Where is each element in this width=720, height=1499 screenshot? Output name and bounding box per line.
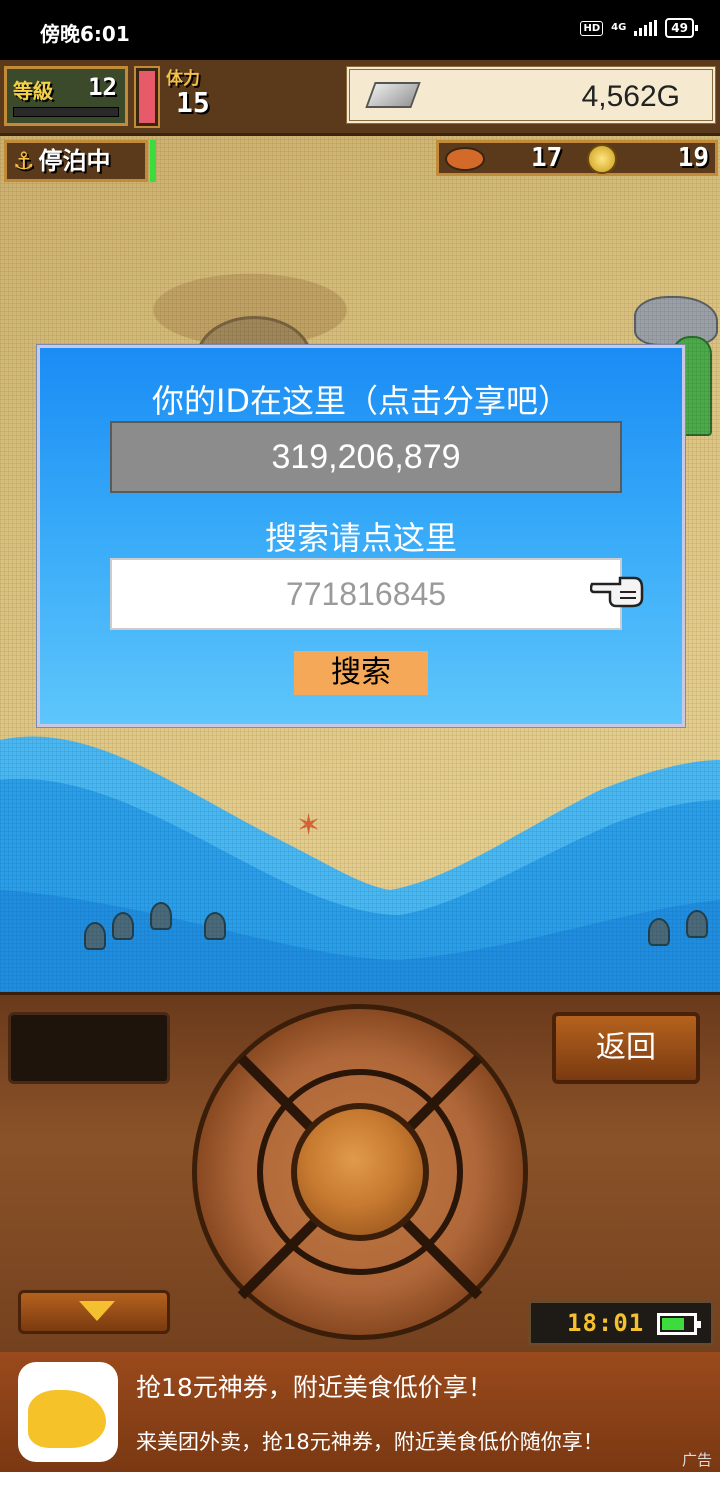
moored-label: 停泊中 (38, 147, 111, 175)
pointing-hand-icon (590, 576, 644, 608)
gold-display: 4,562G (346, 66, 716, 124)
anchor-icon: ⚓ (13, 147, 35, 175)
bottom-strip (0, 1472, 720, 1499)
stamina-bar (134, 66, 160, 128)
meituan-logo (18, 1362, 118, 1462)
item-slot[interactable] (8, 1012, 170, 1084)
fish-count: 17 (531, 143, 563, 173)
level-box: 等級 12 (4, 66, 128, 126)
sea-rock (204, 912, 226, 940)
resource-display: 17 19 (436, 140, 718, 176)
battery-icon: 49 (665, 18, 698, 38)
id-dialog: 你的ID在这里（点击分享吧） 319,206,879 搜索请点这里 771816… (37, 345, 685, 727)
sea-rock (686, 910, 708, 938)
status-bar: 傍晚6:01 HD 4G 49 (0, 0, 720, 60)
game-clock: 18:01 (528, 1300, 714, 1346)
status-indicator (150, 140, 156, 182)
moored-status[interactable]: ⚓ 停泊中 (4, 140, 148, 182)
back-button[interactable]: 返回 (552, 1012, 700, 1084)
coin-count: 19 (677, 143, 709, 173)
coin-icon (587, 144, 617, 174)
ad-tag: 广告 (681, 1451, 712, 1469)
network-label: 4G (611, 22, 627, 33)
ad-title: 抢18元神券，附近美食低价享！ (136, 1373, 493, 1402)
sea-rock (648, 918, 670, 946)
level-value: 12 (88, 73, 117, 101)
hd-icon: HD (580, 20, 604, 36)
dialog-title[interactable]: 你的ID在这里（点击分享吧） (40, 376, 682, 422)
search-label: 搜索请点这里 (264, 519, 457, 557)
starfish-icon[interactable]: ✶ (296, 808, 321, 843)
ad-banner[interactable]: 抢18元神券，附近美食低价享！ 来美团外卖，抢18元神券，附近美食低价随你享！ … (0, 1352, 720, 1472)
signal-icon (634, 20, 658, 36)
life-ring-dpad[interactable] (192, 1004, 528, 1340)
gold-value: 4,562G (581, 80, 680, 113)
sea-rock (112, 912, 134, 940)
fish-icon (445, 147, 485, 171)
status-time: 傍晚6:01 (40, 22, 130, 46)
silver-bar-icon (365, 82, 421, 108)
level-progress-bar (13, 107, 119, 117)
expand-down-button[interactable] (18, 1290, 170, 1334)
search-input[interactable]: 771816845 (110, 558, 622, 630)
chevron-down-icon (79, 1301, 115, 1321)
wheel-center-button[interactable] (291, 1103, 429, 1241)
clock-text: 18:01 (567, 1309, 645, 1337)
sea-rock (150, 902, 172, 930)
stamina-value: 15 (176, 86, 210, 119)
status-icons: HD 4G 49 (580, 18, 698, 38)
player-id-field[interactable]: 319,206,879 (110, 421, 622, 493)
sea-rock (84, 922, 106, 950)
ad-subtitle: 来美团外卖，抢18元神券，附近美食低价随你享！ (136, 1430, 604, 1454)
battery-icon (657, 1313, 701, 1335)
level-label: 等級 (13, 79, 53, 103)
search-button[interactable]: 搜索 (294, 651, 428, 695)
rock (634, 296, 718, 346)
